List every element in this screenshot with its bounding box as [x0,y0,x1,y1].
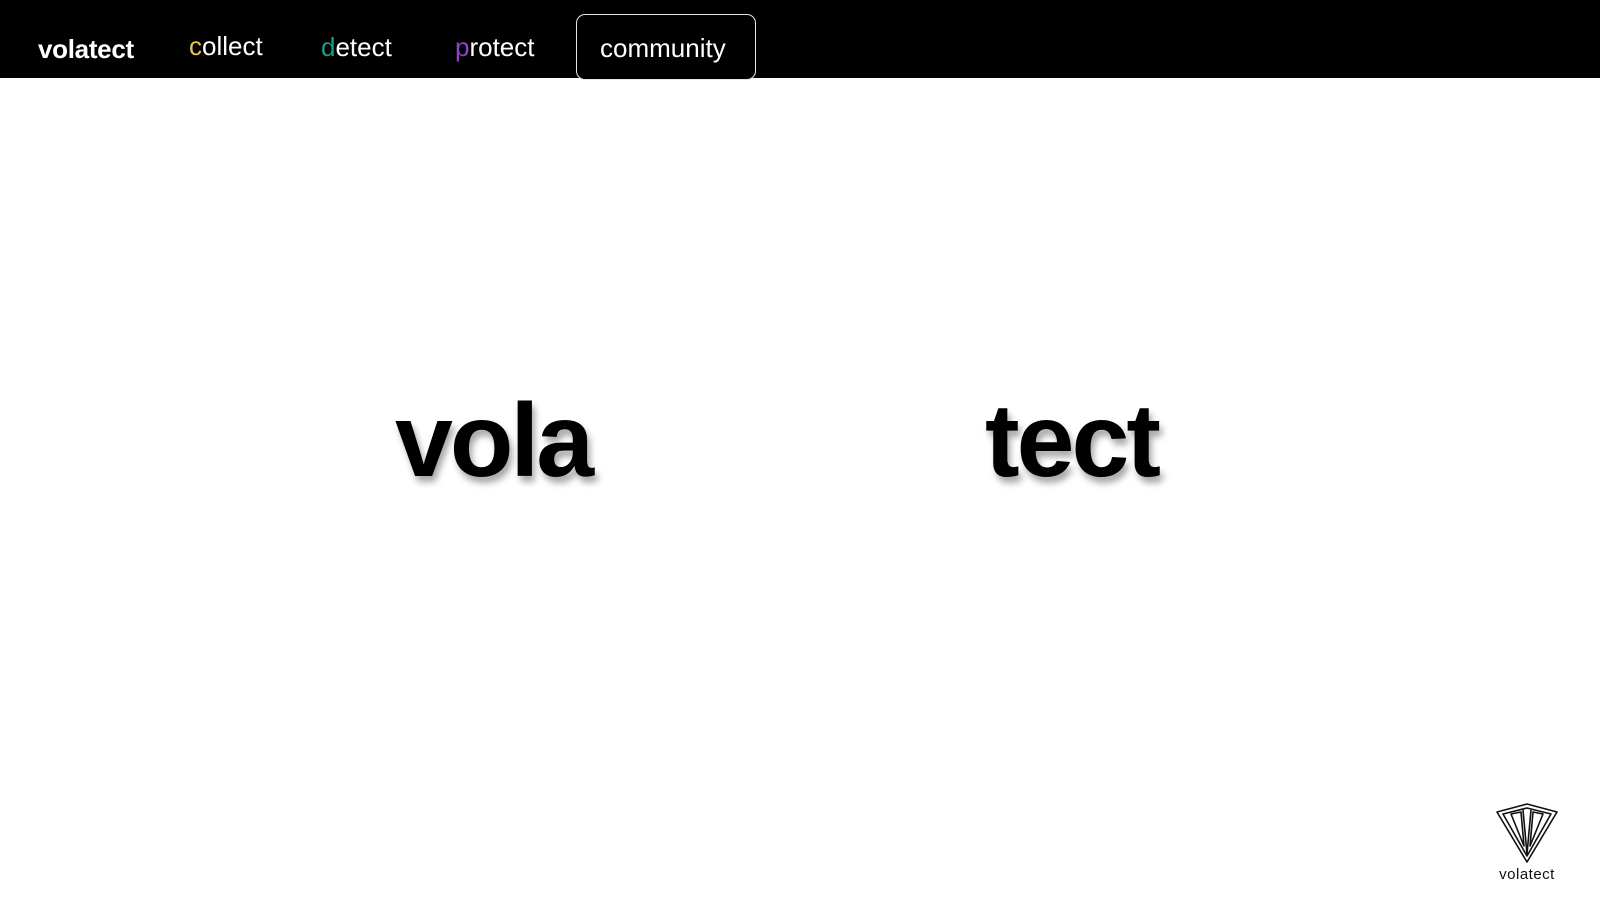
logo-text: volatect [1499,866,1555,883]
brand-link[interactable]: volatect [38,34,134,64]
nav-item-collect-accent-letter: c [189,31,202,61]
hero-word-vola: vola [395,383,594,499]
nav-community-label: community [600,33,726,63]
hero-word-tect: tect [985,383,1161,499]
nav-tab-community-active[interactable]: community [576,14,756,80]
nav-item-detect-accent-letter: d [321,32,336,62]
nav-item-protect-accent-letter: p [455,32,470,62]
top-navigation-bar: volatect collect detect protect communit… [0,0,1600,80]
nav-item-collect[interactable]: collect [189,31,263,61]
nav-item-collect-label: ollect [202,31,263,61]
nav-item-protect-label: rotect [469,32,535,62]
volatect-logo: volatect [1488,800,1566,890]
shield-logo-icon [1496,803,1558,863]
nav-item-detect[interactable]: detect [321,32,392,62]
nav-item-protect[interactable]: protect [455,32,535,62]
nav-item-detect-label: etect [335,32,392,62]
